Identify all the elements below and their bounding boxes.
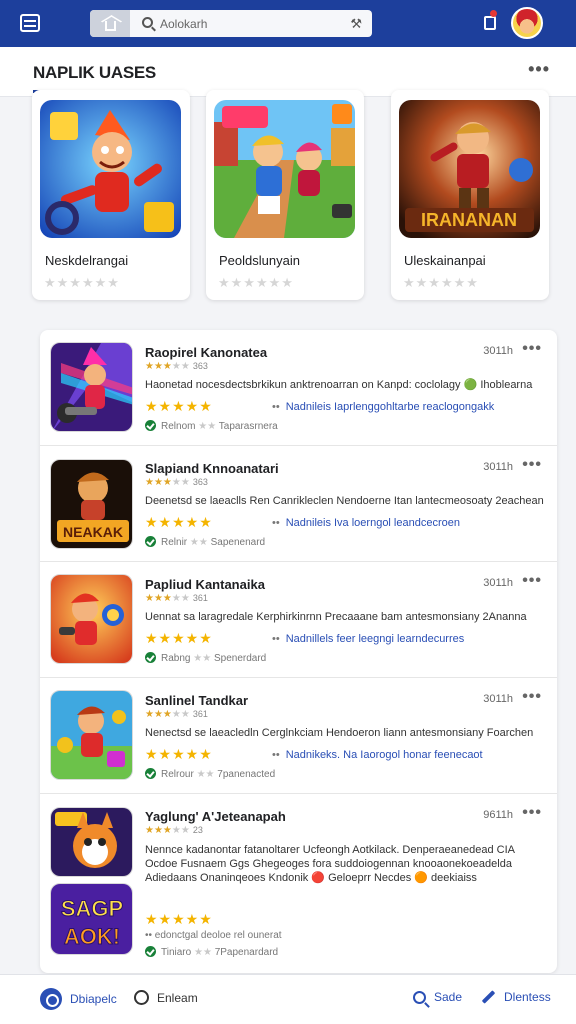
bottom-nav-label: Sade [434, 990, 463, 1004]
game-icon [50, 690, 133, 780]
item-title: Raopirel Kanonatea [145, 345, 268, 360]
item-description: Nenectsd se laeacledln Cerglnkciam Hendo… [145, 727, 534, 739]
home-button[interactable] [90, 10, 130, 37]
item-link[interactable]: •• Nadnikeks. Na Iaorogol honar feenecaot [272, 749, 483, 761]
top-bar: ⚒ [0, 0, 576, 47]
list-item[interactable]: SAGP AOK! Yaglung' A'Jeteanapah 9611h ••… [40, 794, 557, 973]
game-list: Raopirel Kanonatea 3011h ••• ★★★★★ 363 Ha… [40, 330, 557, 973]
item-title: Yaglung' A'Jeteanapah [145, 809, 286, 824]
rating-stars: ★★★★★ 361 [145, 593, 208, 604]
notification-badge [490, 10, 497, 17]
more-options-icon[interactable]: ••• [522, 340, 542, 358]
featured-title: Neskdelrangai [45, 253, 129, 268]
item-meta: Rabng ★★ Spenerdard [145, 652, 266, 664]
more-options-icon[interactable]: ••• [522, 688, 542, 706]
rating-stars: ★★★★★★ [218, 275, 294, 290]
rating-stars: ★★★★★ 363 [145, 361, 208, 372]
item-meta-secondary: •• edonctgal deoloe rel ounerat [145, 930, 282, 941]
rating-stars: ★★★★★ [145, 911, 213, 927]
search-icon [142, 17, 153, 28]
game-icon [50, 342, 133, 432]
item-time: 3011h [483, 345, 513, 357]
page-title: NAPLIK UASES [33, 63, 156, 82]
more-options-icon[interactable]: ••• [522, 456, 542, 474]
rating-stars: ★★★★★ 23 [145, 825, 203, 836]
bottom-nav-home[interactable]: Dbiapelc [40, 988, 117, 1010]
game-icon: NEAKAK [50, 459, 133, 549]
featured-card[interactable]: Neskdelrangai ★★★★★★ [32, 90, 190, 300]
bottom-nav-label: Dlentess [504, 990, 551, 1004]
more-options-icon[interactable]: ••• [522, 804, 542, 822]
rating-stars: ★★★★★★ [403, 275, 479, 290]
check-icon [145, 768, 156, 779]
item-meta: Relrour ★★ 7panenacted [145, 768, 275, 780]
check-icon [145, 652, 156, 663]
item-description: Deenetsd se laeaclls Ren Canrikleclen Ne… [145, 495, 544, 507]
game-icon [50, 574, 133, 664]
bottom-nav-search[interactable]: Sade [413, 990, 462, 1004]
menu-icon[interactable] [20, 14, 40, 32]
featured-card[interactable]: Peoldslunyain ★★★★★★ [206, 90, 364, 300]
game-artwork [214, 100, 355, 238]
featured-title: Uleskainanpai [404, 253, 486, 268]
rating-stars: ★★★★★ 361 [145, 709, 208, 720]
featured-title: Peoldslunyain [219, 253, 300, 268]
item-description: Uennat sa laragredale Kerphirkinrnn Prec… [145, 611, 527, 623]
bottom-bar: Dbiapelc Enleam Sade Dlentess [0, 974, 576, 1024]
item-time: 9611h [483, 809, 513, 821]
bottom-nav-label: Dbiapelc [70, 992, 117, 1006]
item-link[interactable]: •• Nadnillels feer leegngi learndecurres [272, 633, 464, 645]
svg-text:SAGP: SAGP [61, 896, 123, 921]
bottom-nav-label: Enleam [157, 990, 198, 1005]
svg-text:AOK!: AOK! [64, 924, 120, 949]
check-icon [145, 946, 156, 957]
search-icon [413, 990, 426, 1004]
item-title: Papliud Kantanaika [145, 577, 265, 592]
home-icon [104, 20, 116, 31]
item-link[interactable]: •• Nadnileis Iaprlenggohltarbe reaclogong… [272, 401, 494, 413]
search-input[interactable] [160, 15, 330, 32]
featured-card[interactable]: IRANANAN Uleskainanpai ★★★★★★ [391, 90, 549, 300]
item-description: Nennce kadanontar fatanoltarer Ucfeongh … [145, 844, 515, 884]
item-title: Slapiand Knnoanatari [145, 461, 279, 476]
item-time: 3011h [483, 577, 513, 589]
rating-stars: ★★★★★ [145, 630, 213, 646]
item-meta: Relnir ★★ Sapenenard [145, 536, 265, 548]
chat-icon [134, 990, 149, 1005]
rating-stars: ★★★★★★ [44, 275, 120, 290]
notification-icon[interactable] [484, 16, 496, 30]
item-link[interactable]: •• Nadnileis Iva loerngol leandcecroen [272, 517, 460, 529]
more-options-icon[interactable]: ••• [528, 59, 550, 80]
tools-icon[interactable]: ⚒ [350, 16, 362, 32]
search-bar[interactable]: ⚒ [90, 10, 372, 37]
more-options-icon[interactable]: ••• [522, 572, 542, 590]
avatar[interactable] [511, 7, 543, 39]
check-icon [145, 536, 156, 547]
list-item[interactable]: Sanlinel Tandkar 3011h ••• ★★★★★ 361 Nene… [40, 678, 557, 794]
rating-stars: ★★★★★ [145, 746, 213, 762]
item-meta: Relnom ★★ Taparasrnera [145, 420, 278, 432]
item-title: Sanlinel Tandkar [145, 693, 249, 708]
item-time: 3011h [483, 693, 513, 705]
item-description: Haonetad nocesdectsbrkikun anktrenoarran… [145, 379, 533, 391]
list-item[interactable]: Raopirel Kanonatea 3011h ••• ★★★★★ 363 Ha… [40, 330, 557, 446]
game-icon: SAGP AOK! [50, 883, 133, 955]
compass-icon [40, 988, 62, 1010]
rating-stars: ★★★★★ [145, 514, 213, 530]
game-artwork [40, 100, 181, 238]
bottom-nav-edit[interactable]: Dlentess [481, 990, 551, 1004]
list-item[interactable]: Papliud Kantanaika 3011h ••• ★★★★★ 361 Ue… [40, 562, 557, 678]
game-icon [50, 807, 133, 877]
rating-stars: ★★★★★ 363 [145, 477, 208, 488]
pen-icon [481, 990, 496, 1004]
bottom-nav-chat[interactable]: Enleam [134, 990, 198, 1005]
item-time: 3011h [483, 461, 513, 473]
rating-stars: ★★★★★ [145, 398, 213, 414]
game-artwork: IRANANAN [399, 100, 540, 238]
svg-text:NEAKAK: NEAKAK [63, 524, 123, 540]
list-item[interactable]: NEAKAK Slapiand Knnoanatari 3011h ••• ★★… [40, 446, 557, 562]
svg-text:IRANANAN: IRANANAN [421, 210, 517, 230]
check-icon [145, 420, 156, 431]
item-meta: Tiniaro ★★ 7Papenardard [145, 946, 278, 958]
